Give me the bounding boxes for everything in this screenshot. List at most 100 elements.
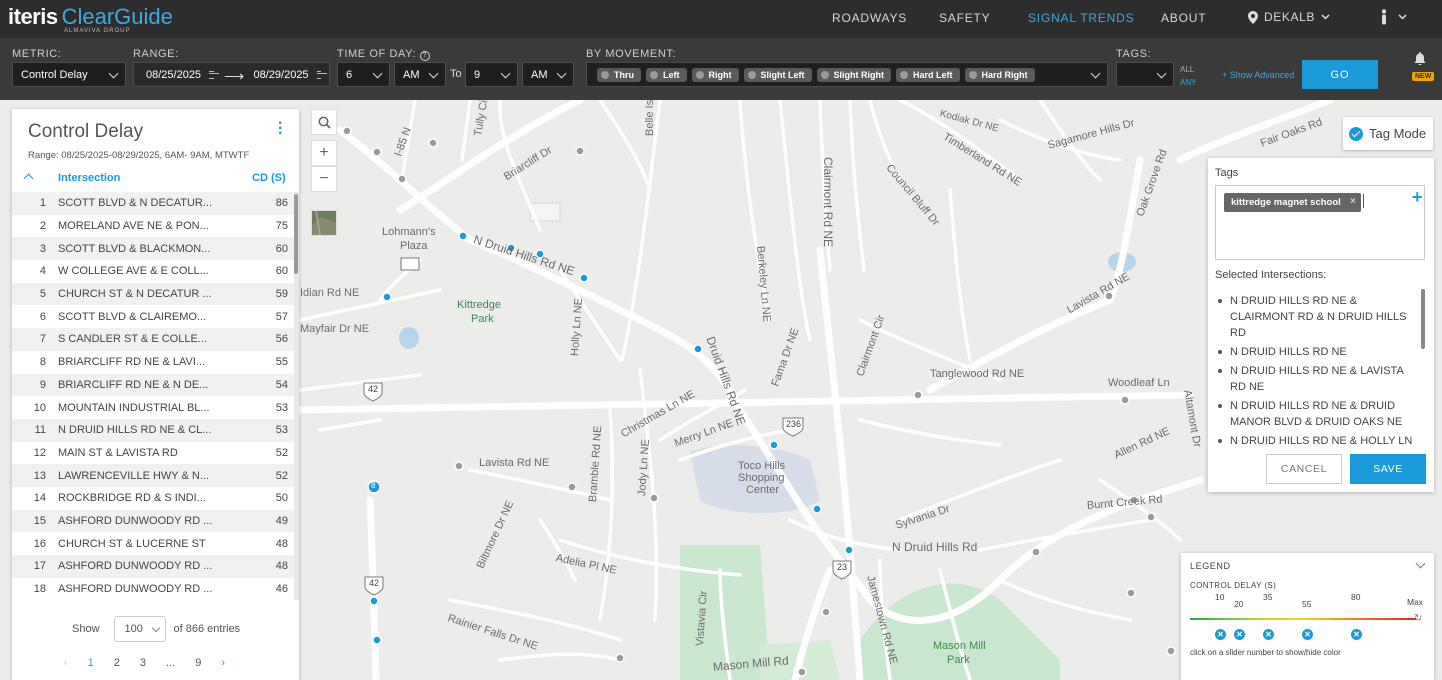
toggle-color-20[interactable]: ✕ [1234,629,1245,640]
tags-input[interactable]: kittredge magnet school × + [1215,185,1425,260]
table-row[interactable]: 17 ASHFORD DUNWOODY RD ... 48 [12,555,294,578]
poi-label: Toco Hills [738,460,786,472]
table-row[interactable]: 4 W COLLEGE AVE & E COLL... 60 [12,260,294,283]
page-1[interactable]: 1 [88,657,94,669]
nav-signal-trends[interactable]: SIGNAL TRENDS [1028,11,1134,25]
table-row[interactable]: 9 BRIARCLIFF RD NE & N DE... 54 [12,373,294,397]
table-row[interactable]: 3 SCOTT BLVD & BLACKMON... 60 [12,237,294,261]
threshold-label[interactable]: 55 [1302,599,1311,609]
add-tag-icon[interactable]: + [1412,187,1423,208]
threshold-label[interactable]: 20 [1234,599,1243,609]
more-vertical-icon[interactable]: · · · [278,116,283,142]
chevron-down-icon[interactable] [1415,558,1426,569]
table-row[interactable]: 16 CHURCH ST & LUCERNE ST 48 [12,532,294,555]
help-icon[interactable]: ? [419,51,430,61]
table-row[interactable]: 5 CHURCH ST & N DECATUR ... 59 [12,282,294,306]
movement-select[interactable]: Thru Left Right Slight Left Slight Right… [586,62,1108,87]
table-row[interactable]: 1 SCOTT BLVD & N DECATUR... 86 [12,192,294,215]
from-ampm-select[interactable]: AM [394,62,446,87]
nav-roadways[interactable]: ROADWAYS [832,11,907,25]
prev-page-icon[interactable]: ‹ [64,657,68,669]
tag-chip[interactable]: kittredge magnet school × [1224,193,1361,212]
table-row[interactable]: 12 MAIN ST & LAVISTA RD 52 [12,442,294,465]
row-intersection: ASHFORD DUNWOODY RD ... [58,514,213,527]
any-option[interactable]: ANY [1180,76,1196,89]
save-button[interactable]: SAVE [1350,454,1426,484]
remove-chip-icon[interactable] [695,70,704,79]
list-scrollbar[interactable] [1421,289,1425,349]
tag-mode-toggle[interactable]: Tag Mode [1343,117,1433,150]
metric-select[interactable]: Control Delay [12,62,126,87]
toggle-color-80[interactable]: ✕ [1351,629,1362,640]
legend-note: click on a slider number to show/hide co… [1190,648,1341,657]
page-size-value: 100 [124,623,143,635]
table-row[interactable]: 11 N DRUID HILLS RD NE & CL... 53 [12,418,294,442]
remove-chip-icon[interactable] [601,70,609,79]
satellite-toggle[interactable] [311,210,337,236]
zoom-out-button[interactable]: − [311,166,337,192]
row-intersection: MAIN ST & LAVISTA RD [58,446,178,459]
map-search-button[interactable] [311,109,337,135]
nav-safety[interactable]: SAFETY [939,11,990,25]
tags-select[interactable] [1116,62,1174,87]
page-2[interactable]: 2 [114,657,120,669]
remove-chip-icon[interactable] [747,70,756,79]
toggle-color-35[interactable]: ✕ [1263,629,1274,640]
region-selector[interactable]: DEKALB [1248,10,1330,24]
row-index: 11 [34,424,46,437]
table-scrollbar-thumb[interactable] [294,194,298,274]
bell-icon[interactable] [1414,52,1426,65]
to-ampm-select[interactable]: AM [522,62,574,87]
to-hour-select[interactable]: 9 [465,62,518,87]
table-row[interactable]: 13 LAWRENCEVILLE HWY & N... 52 [12,464,294,487]
table-row[interactable]: 14 ROCKBRIDGE RD & S INDI... 50 [12,487,294,510]
toggle-color-55[interactable]: ✕ [1302,629,1313,640]
movement-chip[interactable]: Thru [597,67,641,82]
table-row[interactable]: 10 MOUNTAIN INDUSTRIAL BL... 53 [12,396,294,419]
movement-chip[interactable]: Slight Left [743,67,812,82]
to-label: To [450,68,462,80]
reset-icon[interactable]: ↻ [1414,613,1422,624]
movement-chip[interactable]: Hard Left [896,67,960,82]
table-row[interactable]: 8 BRIARCLIFF RD NE & LAVI... 55 [12,351,294,374]
column-intersection[interactable]: Intersection [58,172,120,184]
zoom-in-button[interactable]: + [311,140,337,166]
remove-chip-icon[interactable] [900,70,908,79]
threshold-label[interactable]: 35 [1263,592,1272,602]
toggle-color-10[interactable]: ✕ [1215,629,1226,640]
table-row[interactable]: 18 ASHFORD DUNWOODY RD ... 46 [12,578,294,600]
page-3[interactable]: 3 [140,657,146,669]
movement-chip[interactable]: Right [691,67,739,82]
show-advanced-link[interactable]: + Show Advanced [1222,70,1294,80]
table-row[interactable]: 2 MORELAND AVE NE & PON... 75 [12,215,294,238]
go-button[interactable]: GO [1302,60,1378,89]
column-control-delay[interactable]: CD (S) [252,172,286,184]
remove-tag-icon[interactable]: × [1350,196,1356,207]
page-9[interactable]: 9 [195,657,201,669]
cancel-button[interactable]: CANCEL [1266,454,1342,484]
next-page-icon[interactable]: › [221,657,225,669]
all-any-toggle[interactable]: ALL ANY [1180,63,1196,89]
movement-chip[interactable]: Slight Right [816,67,891,82]
row-index: 1 [39,197,46,210]
remove-chip-icon[interactable] [820,70,829,79]
user-menu[interactable] [1380,9,1407,25]
nav-about[interactable]: ABOUT [1161,11,1206,25]
range-start[interactable]: 08/25/2025 [146,69,201,81]
table-row[interactable]: 15 ASHFORD DUNWOODY RD ... 49 [12,509,294,533]
range-end[interactable]: 08/29/2025 [254,69,309,81]
all-option[interactable]: ALL [1180,63,1196,76]
page-size-select[interactable]: 100 [113,616,166,642]
remove-chip-icon[interactable] [968,70,977,79]
table-row[interactable]: 7 S CANDLER ST & E COLLE... 56 [12,328,294,351]
brand-logo[interactable]: iteris ClearGuide ALMAVIVA GROUP [8,4,173,34]
threshold-label[interactable]: 80 [1351,592,1360,602]
movement-chip[interactable]: Hard Right [964,67,1035,82]
remove-chip-icon[interactable] [650,70,658,79]
collapse-icon[interactable] [23,173,34,184]
cluster-label: 8 [371,481,376,490]
from-hour-select[interactable]: 6 [337,62,390,87]
table-row[interactable]: 6 SCOTT BLVD & CLAIREMO... 57 [12,305,294,328]
threshold-label[interactable]: 10 [1215,592,1224,602]
movement-chip[interactable]: Left [646,67,687,82]
